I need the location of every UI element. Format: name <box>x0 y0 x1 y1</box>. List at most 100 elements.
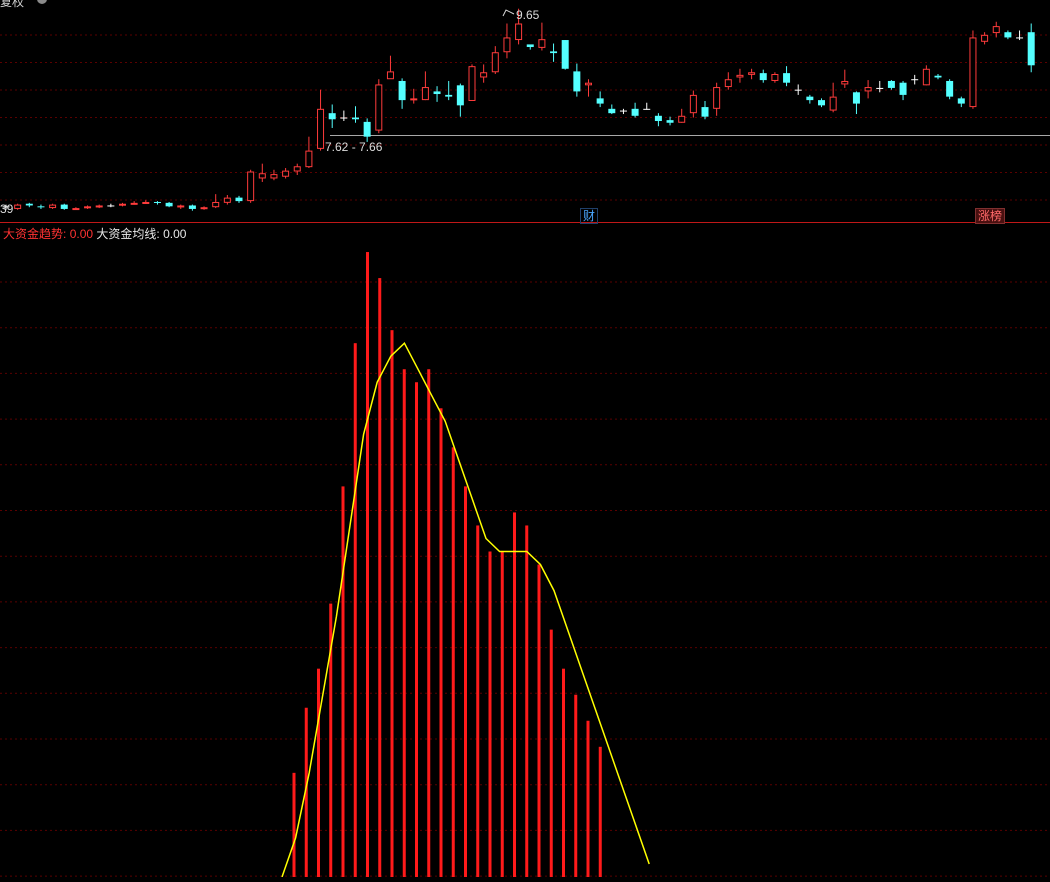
candle <box>631 102 639 118</box>
candle <box>270 169 278 181</box>
candle <box>922 65 930 86</box>
candle <box>608 104 616 115</box>
candle-body <box>783 73 791 83</box>
candle-body <box>375 84 383 131</box>
candle <box>375 79 383 134</box>
candle-body <box>188 205 196 209</box>
high-marker-leader <box>502 9 515 17</box>
candle <box>806 94 814 104</box>
candle <box>992 21 1000 38</box>
candle-body <box>864 87 872 92</box>
candle <box>829 82 837 113</box>
candle <box>596 91 604 108</box>
candle <box>142 200 150 204</box>
candle <box>771 72 779 83</box>
candle-body <box>619 110 627 112</box>
candle <box>328 104 336 128</box>
candle-body <box>247 171 255 202</box>
candle <box>130 201 138 205</box>
candle-body <box>1027 32 1035 66</box>
candle-body <box>713 87 721 109</box>
candle <box>946 79 954 100</box>
candle-body <box>550 51 558 54</box>
candle-body <box>992 26 1000 34</box>
candle-body <box>922 68 930 86</box>
candle-body <box>49 204 57 209</box>
candle-body <box>445 94 453 97</box>
candle <box>119 202 126 207</box>
candle <box>852 91 860 115</box>
candle <box>678 108 686 123</box>
candle <box>235 195 243 203</box>
trend-bar <box>366 252 369 878</box>
candle-body <box>60 204 68 209</box>
candle-body <box>293 166 301 172</box>
candle-body <box>130 202 138 205</box>
candle-body <box>957 98 965 104</box>
candle-body <box>841 80 849 85</box>
candle <box>526 44 534 50</box>
indicator-grid <box>0 281 1050 877</box>
candle-body <box>736 74 744 78</box>
candle <box>386 55 394 80</box>
candle-body <box>84 206 92 209</box>
candle-body <box>1004 32 1012 38</box>
candle <box>72 207 80 211</box>
trend-bar <box>562 668 565 877</box>
candle-body <box>200 207 208 210</box>
trend-bar <box>488 551 492 877</box>
candle-body <box>258 173 266 179</box>
chart-canvas <box>0 8 1050 878</box>
trend-bar <box>353 343 357 877</box>
candle-body <box>526 44 534 48</box>
legend-trend-sep: : <box>63 227 70 241</box>
candle-body <box>666 120 674 123</box>
candle-body <box>95 205 103 208</box>
candle <box>759 69 767 83</box>
candle-body <box>72 208 80 211</box>
event-marker-limit-up[interactable]: 涨榜 <box>975 208 1006 224</box>
candle-body <box>433 91 441 95</box>
candle-body <box>876 87 884 89</box>
candle-body <box>515 23 523 41</box>
candle <box>14 203 22 210</box>
candle-body <box>689 94 697 114</box>
candle-body <box>981 34 989 42</box>
trend-bar <box>427 369 431 877</box>
event-marker-finance[interactable]: 财 <box>580 208 599 224</box>
candle-body <box>654 115 662 122</box>
trend-bar <box>525 525 529 877</box>
candle <box>619 108 627 115</box>
candle-body <box>212 201 220 208</box>
candle <box>713 82 721 116</box>
candle-body <box>806 96 814 101</box>
candle <box>293 163 301 175</box>
trend-bar <box>574 694 578 877</box>
candle <box>456 83 464 117</box>
candle <box>934 74 942 80</box>
candle-body <box>421 87 429 101</box>
candle-body <box>899 82 907 95</box>
candle <box>794 84 802 95</box>
candle-body <box>317 108 325 149</box>
candle <box>421 71 429 101</box>
candle <box>969 30 977 109</box>
candle <box>468 64 476 101</box>
candle <box>177 204 185 209</box>
candle <box>363 118 371 142</box>
candle <box>561 40 569 70</box>
trend-bar <box>464 486 467 877</box>
trend-bar <box>586 720 590 877</box>
candle <box>188 204 196 211</box>
candle <box>748 68 756 80</box>
candle-body <box>305 150 313 168</box>
candle-body <box>165 202 173 207</box>
candle <box>165 201 173 208</box>
candle-body <box>678 115 686 123</box>
trend-bar <box>317 668 320 877</box>
trend-bar <box>451 447 455 877</box>
candle-body <box>153 201 161 203</box>
candle <box>37 204 45 209</box>
candle-body <box>608 108 616 114</box>
chart-window: 复权 9.65 7.62 - 7.66 39 财 涨榜 大资金趋势: 0.00 … <box>0 0 1050 878</box>
